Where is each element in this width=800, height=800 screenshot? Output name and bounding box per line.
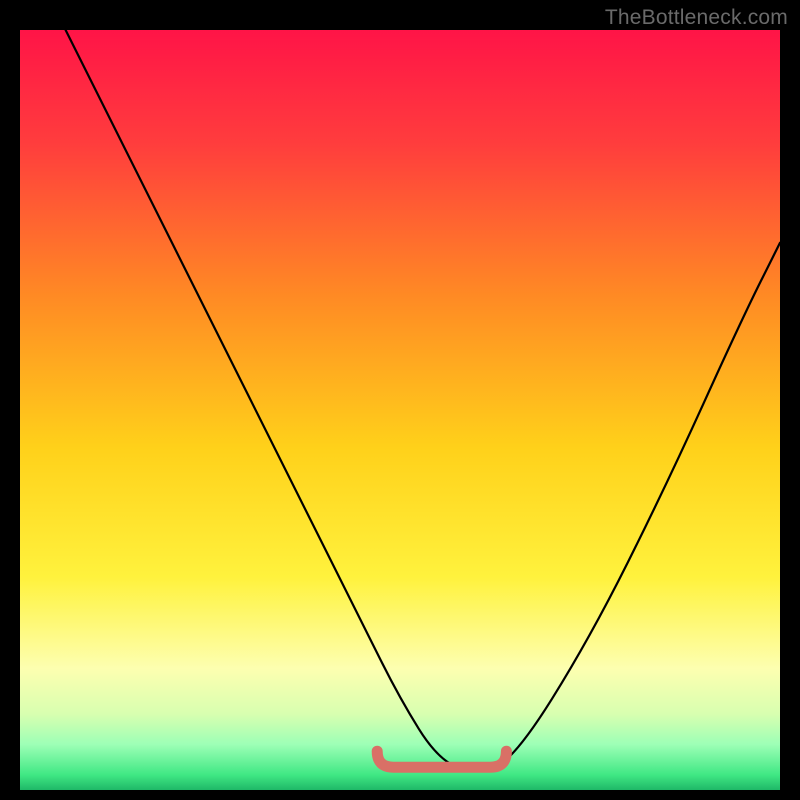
chart-background <box>20 30 780 790</box>
chart-svg <box>20 30 780 790</box>
chart-frame <box>20 30 780 790</box>
watermark-text: TheBottleneck.com <box>605 6 788 30</box>
